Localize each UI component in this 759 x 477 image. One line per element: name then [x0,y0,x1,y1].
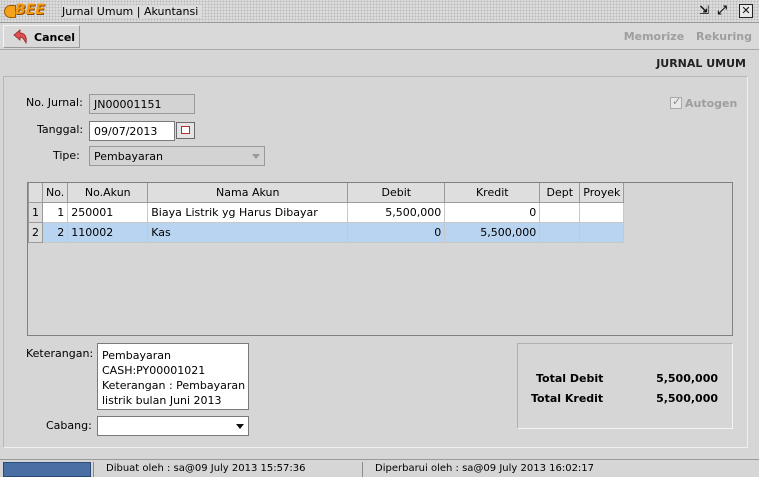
status-bar: Dibuat oleh : sa@09 July 2013 15:57:36 D… [0,459,759,477]
cell-proyek[interactable] [579,221,625,243]
cell-nama-akun[interactable]: Kas [147,221,349,243]
tanggal-field[interactable]: 09/07/2013 [89,121,175,141]
cancel-button[interactable]: Cancel [3,25,80,48]
no-jurnal-field[interactable]: JN00001151 [89,94,195,114]
form-title: JURNAL UMUM [656,57,746,70]
memorize-button[interactable]: Memorize [624,30,684,43]
keterangan-line: listrik bulan Juni 2013 [102,394,222,407]
keterangan-line: Pembayaran [102,349,171,362]
keterangan-textarea[interactable]: Pembayaran CASH:PY00001021 Keterangan : … [97,343,249,410]
column-header-dept[interactable]: Dept [539,183,581,203]
keterangan-line: CASH:PY00001021 [102,364,206,377]
chevron-down-icon [252,154,260,159]
column-header-kredit[interactable]: Kredit [444,183,541,203]
row-number: 1 [28,201,43,223]
title-bar: BEE Jurnal Umum | Akuntansi ⇲ ⤢ ✕ [0,0,759,23]
tanggal-label: Tanggal: [37,123,84,136]
status-created: Dibuat oleh : sa@09 July 2013 15:57:36 [93,462,361,477]
autogen-checkbox[interactable]: Autogen [670,95,738,110]
close-icon[interactable]: ✕ [739,4,753,18]
cancel-label: Cancel [34,31,76,44]
column-header-proyek[interactable]: Proyek [579,183,625,203]
cabang-label: Cabang: [46,419,92,432]
chevron-down-icon [236,424,244,429]
toolbar-right-actions: Memorize Rekuring [616,30,752,43]
column-header-no[interactable]: No. [41,183,69,203]
calendar-button[interactable] [176,122,195,139]
cell-kredit[interactable]: 5,500,000 [444,221,541,243]
table-row[interactable]: 1 1 250001 Biaya Listrik yg Harus Dibaya… [28,201,625,223]
cell-no[interactable]: 1 [41,201,69,223]
cell-debit[interactable]: 5,500,000 [347,201,446,223]
toolbar: Cancel Memorize Rekuring [0,23,759,50]
total-kredit-value: 5,500,000 [656,392,718,405]
cell-no[interactable]: 2 [41,221,69,243]
keterangan-label: Keterangan: [26,347,94,360]
total-kredit-label: Total Kredit [531,392,604,405]
cell-proyek[interactable] [579,201,625,223]
no-jurnal-label: No. Jurnal: [26,96,83,109]
totals-panel: Total Debit 5,500,000 Total Kredit 5,500… [517,343,733,429]
tipe-label: Tipe: [53,149,80,162]
status-indicator [3,462,91,477]
cell-kredit[interactable]: 0 [444,201,541,223]
logo-text: BEE [15,2,45,18]
cell-no-akun[interactable]: 110002 [67,221,149,243]
total-debit-label: Total Debit [536,372,604,385]
column-header-debit[interactable]: Debit [347,183,446,203]
cell-dept[interactable] [539,221,581,243]
tipe-value: Pembayaran [94,150,163,163]
cell-debit[interactable]: 0 [347,221,446,243]
autogen-label: Autogen [685,97,738,110]
cell-nama-akun[interactable]: Biaya Listrik yg Harus Dibayar [147,201,349,223]
row-header-corner [28,183,43,203]
cell-no-akun[interactable]: 250001 [67,201,149,223]
bee-logo: BEE [4,2,56,19]
column-header-no-akun[interactable]: No.Akun [67,183,149,203]
restore-icon[interactable]: ⇲ [697,4,711,18]
tipe-select[interactable]: Pembayaran [89,146,265,166]
cabang-select[interactable] [97,416,249,436]
journal-table: No. No.Akun Nama Akun Debit Kredit Dept … [27,182,733,336]
total-debit-value: 5,500,000 [656,372,718,385]
keterangan-line: Keterangan : Pembayaran [102,379,246,392]
rekuring-button[interactable]: Rekuring [696,30,752,43]
status-updated: Diperbarui oleh : sa@09 July 2013 16:02:… [362,462,752,477]
column-header-nama-akun[interactable]: Nama Akun [147,183,349,203]
table-row[interactable]: 2 2 110002 Kas 0 5,500,000 [28,221,625,243]
checkbox-icon [670,95,682,109]
window-title: Jurnal Umum | Akuntansi [62,5,203,18]
row-number: 2 [28,221,43,243]
undo-arrow-icon [13,29,27,45]
maximize-icon[interactable]: ⤢ [715,4,729,18]
calendar-icon [181,126,190,134]
cell-dept[interactable] [539,201,581,223]
